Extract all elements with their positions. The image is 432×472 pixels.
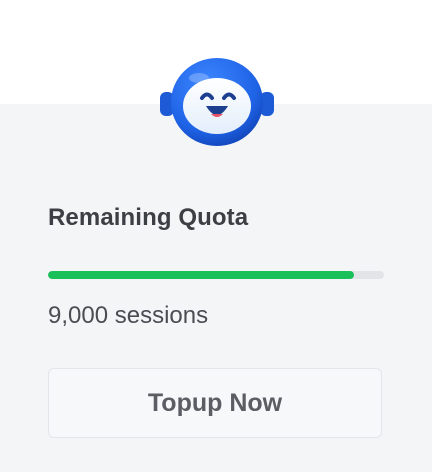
remaining-sessions-text: 9,000 sessions bbox=[48, 302, 209, 329]
quota-progress-bar bbox=[48, 271, 384, 279]
remaining-quota-title: Remaining Quota bbox=[48, 204, 249, 231]
quota-progress-fill bbox=[48, 271, 354, 279]
topup-now-button[interactable]: Topup Now bbox=[48, 368, 382, 438]
robot-mascot-icon bbox=[159, 54, 275, 150]
